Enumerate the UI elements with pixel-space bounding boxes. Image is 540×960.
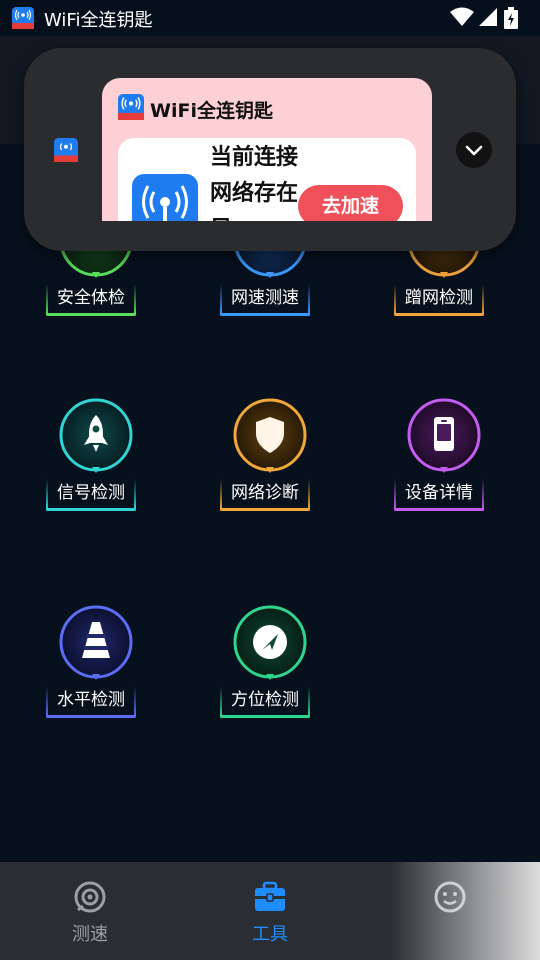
battery-icon	[504, 7, 518, 29]
toolbox-icon	[255, 881, 285, 911]
phone-icon	[434, 417, 454, 451]
notification-popup[interactable]: WiFi全连钥匙 当前连接网络存在风 去加速	[24, 48, 516, 251]
tool-direction-detect[interactable]: 方位检测	[210, 604, 330, 734]
cell-signal-icon	[479, 8, 497, 26]
nav-tools[interactable]: 工具	[210, 862, 330, 960]
wifi-signal-icon	[450, 7, 474, 26]
signal-detect-icon	[59, 398, 133, 473]
tool-label: 设备详情	[405, 483, 473, 503]
notification-message: 当前连接网络存在风	[210, 145, 299, 221]
wifi-key-large-icon	[132, 174, 198, 221]
tool-level-detect[interactable]: 水平检测	[36, 604, 156, 734]
status-app-name: WiFi全连钥匙	[44, 10, 153, 31]
nav-fade-overlay	[390, 862, 540, 960]
tool-label: 网络诊断	[231, 483, 299, 503]
tool-label: 蹭网检测	[405, 288, 473, 308]
device-details-icon	[407, 398, 481, 473]
level-detect-icon	[59, 605, 133, 680]
tool-label: 安全体检	[57, 288, 125, 308]
tool-signal-detect[interactable]: 信号检测	[36, 397, 156, 527]
notification-card[interactable]: WiFi全连钥匙 当前连接网络存在风 去加速	[102, 78, 432, 221]
tool-label: 信号检测	[57, 483, 125, 503]
bottom-nav: 测速 工具	[0, 862, 540, 960]
compass-arrow-icon	[253, 625, 287, 659]
nav-label: 工具	[252, 924, 288, 945]
tool-network-diagnose[interactable]: 网络诊断	[210, 397, 330, 527]
nav-speed-test[interactable]: 测速	[30, 862, 150, 960]
tool-label: 方位检测	[231, 690, 299, 710]
tools-grid: 安全体检 网速测速 蹭网检测 信号检测 网络诊断 设备详情 水平检测 方位检测	[0, 144, 540, 860]
wifi-key-app-icon	[12, 7, 34, 29]
chevron-down-icon	[465, 145, 483, 156]
tool-label: 网速测速	[231, 288, 299, 308]
network-diagnose-icon	[233, 398, 307, 473]
notification-content: 当前连接网络存在风 去加速	[118, 138, 416, 221]
direction-detect-icon	[233, 605, 307, 680]
wifi-key-app-icon	[118, 94, 144, 120]
notification-app-name: WiFi全连钥匙	[150, 100, 273, 122]
tool-label: 水平检测	[57, 690, 125, 710]
speed-up-button[interactable]: 去加速	[298, 185, 403, 221]
tool-device-details[interactable]: 设备详情	[384, 397, 504, 527]
wifi-key-app-icon	[54, 138, 78, 162]
status-bar: WiFi全连钥匙	[0, 0, 540, 36]
collapse-button[interactable]	[456, 132, 492, 168]
speedometer-icon	[74, 881, 106, 913]
nav-label: 测速	[72, 924, 108, 945]
